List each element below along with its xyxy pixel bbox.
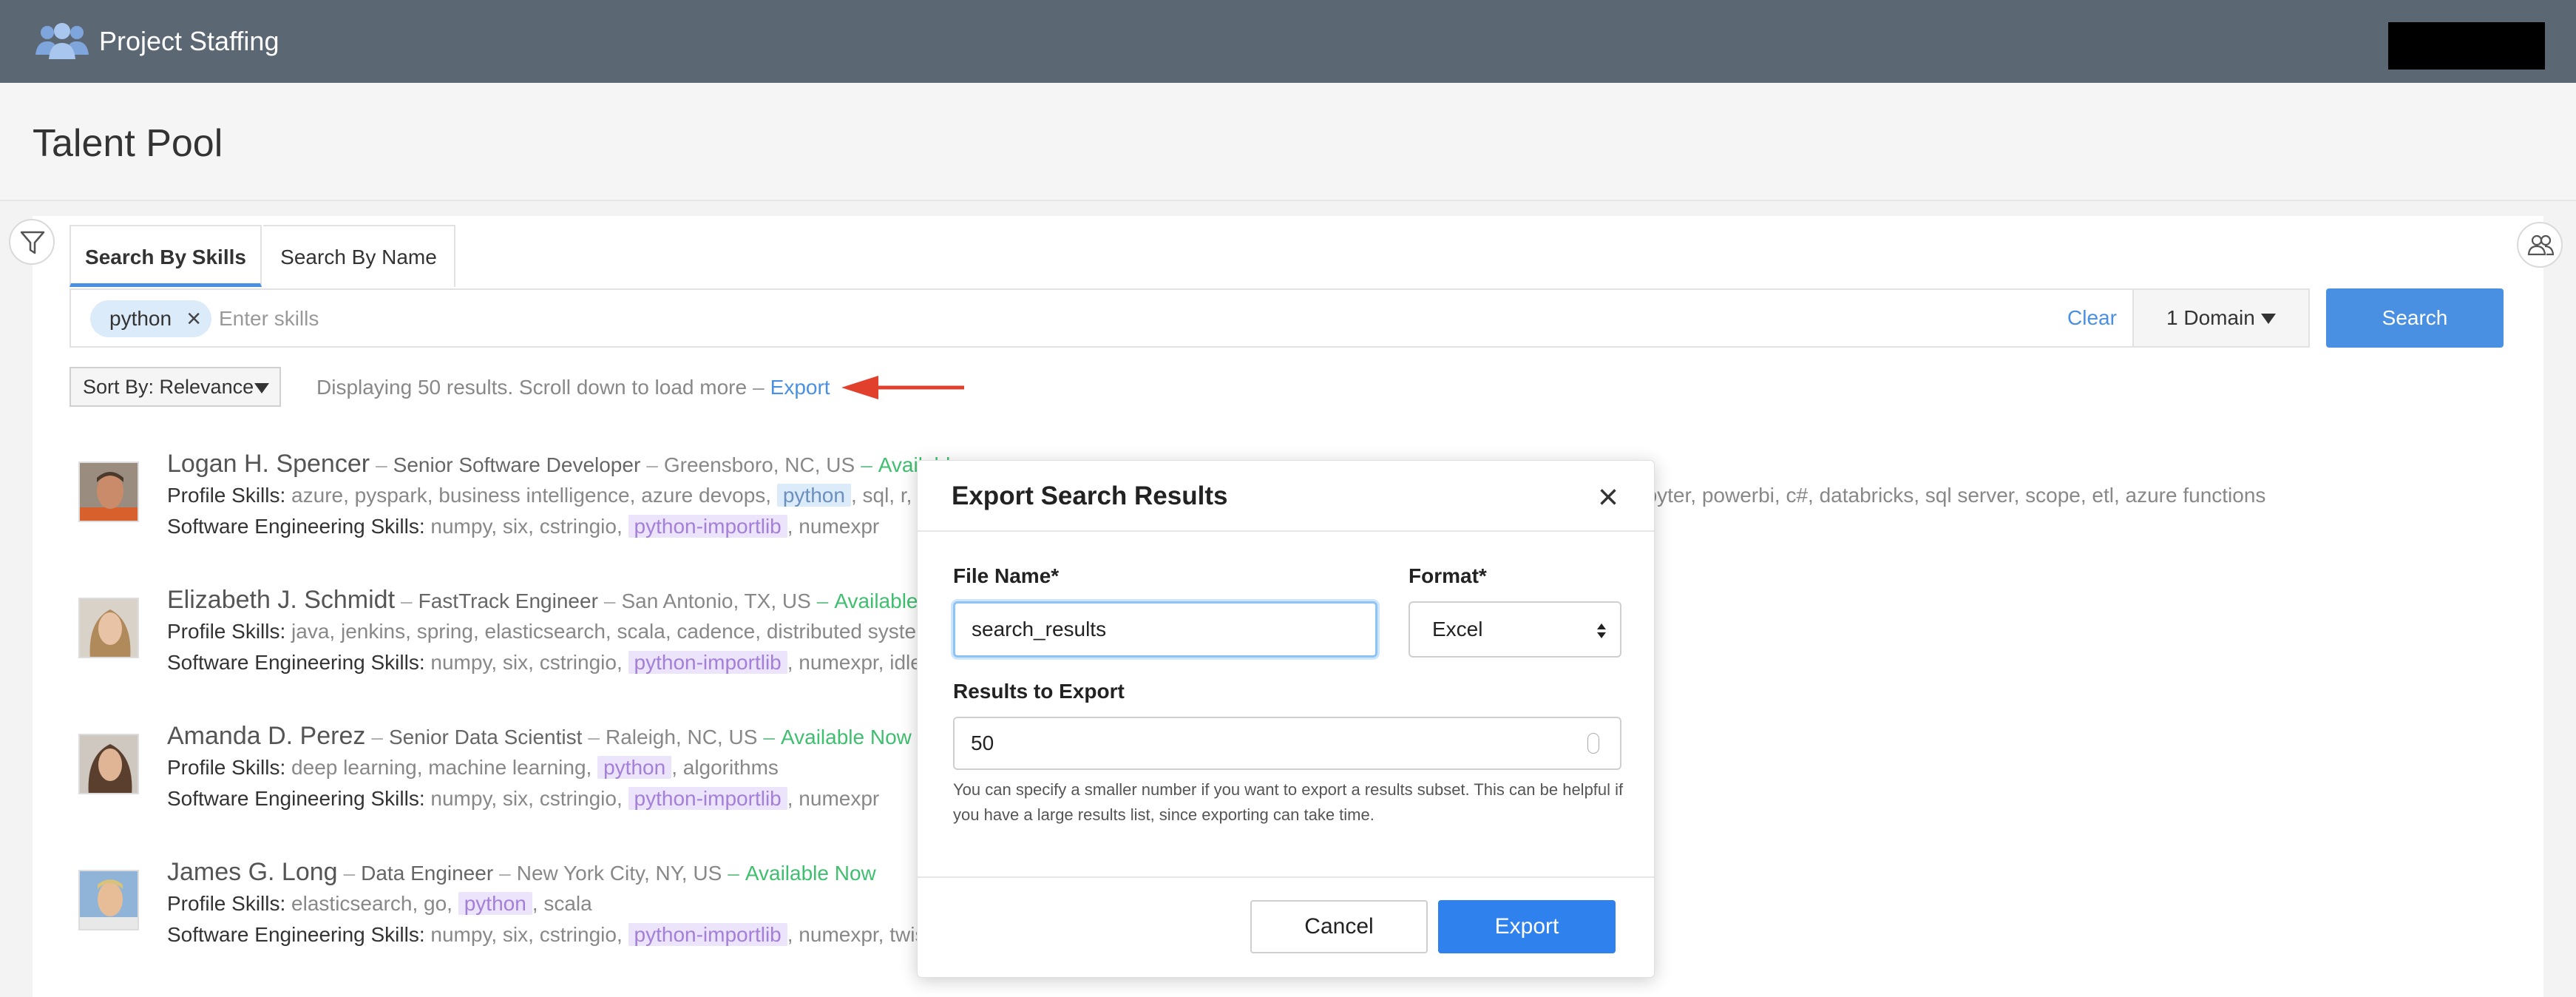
skills-input[interactable] [219,302,2067,336]
skill-highlight: python-importlib [628,515,787,538]
search-button[interactable]: Search [2326,288,2504,348]
skill-highlight: python-importlib [628,651,787,674]
page-header: Talent Pool [0,83,2576,201]
candidate-role: Senior Software Developer [393,453,641,476]
top-bar: Project Staffing [0,0,2576,83]
results-count-input[interactable]: 50 [953,717,1621,770]
sort-dropdown-label: Sort By: Relevance [83,376,254,398]
skills-search-bar: python × Clear 1 Domain [70,288,2310,348]
people-button[interactable] [2517,222,2563,268]
skill-chip-label: python [109,307,172,330]
candidate-name[interactable]: Amanda D. Perez [167,722,365,750]
format-select-value: Excel [1432,618,1483,641]
candidate-name[interactable]: Logan H. Spencer [167,450,370,478]
file-name-label: File Name* [953,564,1060,587]
sort-updown-icon [1597,623,1606,638]
divider [918,530,1654,532]
redacted-user-area [2388,22,2545,70]
software-engineering-skills: Software Engineering Skills: numpy, six,… [167,651,928,674]
format-select[interactable]: Excel [1409,601,1621,658]
software-engineering-skills: Software Engineering Skills: numpy, six,… [167,923,932,946]
domain-dropdown[interactable]: 1 Domain [2132,288,2310,348]
profile-skills-continued: upyter, powerbi, c#, databricks, sql ser… [1634,484,2266,507]
profile-skills: Profile Skills: deep learning, machine l… [167,756,779,779]
candidate-role: Senior Data Scientist [388,726,583,748]
app-title: Project Staffing [99,26,279,56]
results-to-export-label: Results to Export [953,680,1125,703]
people-icon [2527,234,2554,256]
close-icon[interactable]: × [1598,480,1619,516]
candidate-location: Greensboro, NC, US [663,453,855,476]
results-count-text: Displaying 50 results. Scroll down to lo… [316,376,748,399]
results-count-value: 50 [971,731,994,754]
software-engineering-skills: Software Engineering Skills: numpy, six,… [167,515,880,538]
skill-highlight: python-importlib [628,923,787,946]
file-name-input[interactable] [953,601,1377,658]
page-title: Talent Pool [33,122,223,165]
skill-highlight: python [776,484,851,507]
profile-skills: Profile Skills: azure, pyspark, business… [167,484,956,507]
caret-down-icon [2261,314,2276,324]
skill-highlight: python-importlib [628,787,787,810]
people-logo-icon [35,23,89,59]
candidate-location: New York City, NY, US [516,862,722,885]
candidate-availability: Available Now [745,862,876,885]
skill-highlight: python [458,892,532,915]
format-label: Format* [1409,564,1487,587]
cancel-button[interactable]: Cancel [1250,900,1428,953]
candidate-name[interactable]: James G. Long [167,858,338,886]
profile-skills: Profile Skills: java, jenkins, spring, e… [167,620,966,643]
help-text: You can specify a smaller number if you … [953,780,1624,824]
candidate-role: FastTrack Engineer [418,589,598,612]
candidate-availability: Available Now [780,726,912,748]
sort-dropdown[interactable]: Sort By: Relevance [70,367,281,407]
export-button[interactable]: Export [1438,900,1616,953]
candidate-header: James G. Long – Data Engineer – New York Cit… [167,858,876,886]
chip-remove-icon[interactable]: × [186,300,201,337]
export-link[interactable]: Export [770,376,830,399]
caret-down-icon [254,383,269,393]
candidate-header: Logan H. Spencer – Senior Software Develop… [167,450,962,479]
avatar [78,462,139,522]
avatar [78,734,139,794]
candidate-header: Amanda D. Perez – Senior Data Scientist – Ra… [167,722,912,750]
results-info: Displaying 50 results. Scroll down to lo… [316,376,830,399]
candidate-role: Data Engineer [361,862,494,885]
avatar [78,870,139,930]
clear-link[interactable]: Clear [2067,306,2117,330]
filter-icon [20,231,45,254]
candidate-header: Elizabeth J. Schmidt – FastTrack Engineer –… [167,586,939,614]
skill-highlight: python [597,756,672,779]
export-modal: Export Search Results × File Name* Forma… [917,460,1655,978]
software-engineering-skills: Software Engineering Skills: numpy, six,… [167,787,880,810]
modal-title: Export Search Results [952,481,1228,510]
candidate-location: San Antonio, TX, US [621,589,811,612]
candidate-name[interactable]: Elizabeth J. Schmidt [167,586,395,614]
profile-skills: Profile Skills: elasticsearch, go, pytho… [167,892,592,915]
filter-button[interactable] [9,219,55,265]
skill-chip: python × [90,300,212,337]
avatar [78,598,139,658]
tab-search-by-name[interactable]: Search By Name [263,225,455,287]
candidate-location: Raleigh, NC, US [605,726,758,748]
divider [918,876,1654,878]
number-spinner-icon[interactable] [1587,733,1599,754]
tab-search-by-skills[interactable]: Search By Skills [70,225,262,287]
red-arrow-icon [841,376,964,399]
domain-dropdown-label: 1 Domain [2166,306,2255,329]
